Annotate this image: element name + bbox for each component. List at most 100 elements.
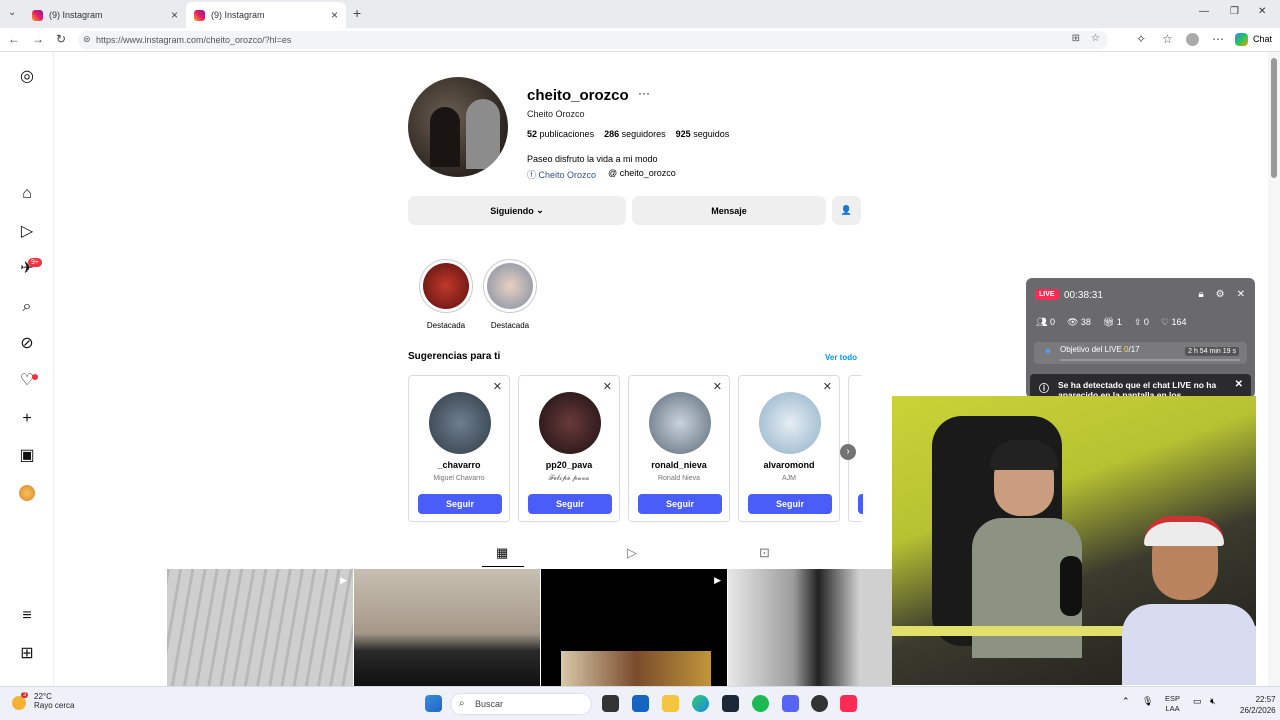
live-studio-panel: LIVE 00:38:31 🔒︎ ⚙ ✕ 👥︎ 0 👁︎ 38 🎁︎ 1 ⇪ 0…: [1026, 278, 1255, 398]
tagged-tab-icon[interactable]: ⊡: [759, 545, 770, 561]
edge-icon[interactable]: [692, 695, 709, 712]
followers-stat[interactable]: 286 seguidores: [604, 129, 666, 139]
following-button[interactable]: Siguiendo ⌄: [408, 196, 626, 225]
menu-icon[interactable]: ≡: [17, 606, 37, 626]
shares-metric: ⇪ 0: [1133, 317, 1149, 327]
forward-icon[interactable]: →: [32, 32, 44, 46]
suggestion-username[interactable]: ronald_nieva: [629, 460, 729, 470]
lock-icon[interactable]: 🔒︎: [1198, 289, 1203, 300]
volume-muted-icon[interactable]: 🔇︎: [1210, 696, 1216, 707]
reels-icon[interactable]: ▷: [17, 222, 37, 242]
instagram-logo-icon[interactable]: ◎: [17, 67, 37, 87]
post-thumbnail[interactable]: [354, 569, 540, 686]
suggestion-avatar[interactable]: [759, 392, 821, 454]
facebook-link[interactable]: ⓕ Cheito Orozco: [527, 168, 596, 181]
more-options-icon[interactable]: ···: [638, 86, 650, 100]
posts-grid-tab-icon[interactable]: ▦: [496, 545, 508, 561]
message-button[interactable]: Mensaje: [632, 196, 826, 225]
dismiss-icon[interactable]: ✕: [493, 380, 502, 393]
settings-icon[interactable]: ⚙: [1216, 289, 1225, 300]
new-tab-icon[interactable]: +: [353, 5, 361, 21]
language-indicator[interactable]: ESP LAA: [1165, 694, 1180, 714]
url-field[interactable]: ⊜ https://www.instagram.com/cheito_orozc…: [78, 31, 1108, 49]
dismiss-icon[interactable]: ✕: [603, 380, 612, 393]
task-view-icon[interactable]: [602, 695, 619, 712]
browser-tab-1[interactable]: (9) Instagram ×: [24, 2, 186, 28]
profile-avatar-icon[interactable]: [19, 485, 35, 501]
minimize-icon[interactable]: —: [1199, 6, 1209, 17]
live-goal-bar[interactable]: ★ Objetivo del LIVE 0/17 2 h 54 min 19 s: [1034, 342, 1247, 364]
back-icon[interactable]: ←: [8, 32, 20, 46]
follow-button[interactable]: Seguir: [748, 494, 832, 514]
spotify-icon[interactable]: [752, 695, 769, 712]
explore-icon[interactable]: ⊘: [17, 334, 37, 354]
tab-list-icon[interactable]: ⌄: [8, 7, 16, 18]
close-window-icon[interactable]: ✕: [1258, 6, 1266, 17]
more-options-icon[interactable]: ⋯: [1212, 32, 1224, 46]
suggestion-avatar[interactable]: [539, 392, 601, 454]
network-icon[interactable]: ▭: [1193, 696, 1202, 707]
extensions-icon[interactable]: ✧: [1136, 32, 1146, 46]
steam-icon[interactable]: [722, 695, 739, 712]
taskbar-search[interactable]: ⌕ Buscar: [450, 693, 592, 715]
following-stat[interactable]: 925 seguidos: [676, 129, 730, 139]
favorite-star-icon[interactable]: ☆: [1091, 33, 1100, 44]
close-tab-icon[interactable]: ×: [331, 8, 338, 22]
highlight-label: Destacada: [426, 321, 466, 330]
create-icon[interactable]: +: [17, 409, 37, 429]
suggestion-avatar[interactable]: [649, 392, 711, 454]
profile-username: cheito_orozco: [527, 87, 629, 104]
highlight-label: Destacada: [490, 321, 530, 330]
suggestion-username[interactable]: _chavarro: [409, 460, 509, 470]
tiktok-live-icon[interactable]: [840, 695, 857, 712]
profile-avatar[interactable]: [408, 77, 508, 177]
start-icon[interactable]: [425, 695, 442, 712]
see-all-link[interactable]: Ver todo: [825, 353, 857, 362]
post-thumbnail[interactable]: ▶: [541, 569, 727, 686]
close-tab-icon[interactable]: ×: [171, 8, 178, 22]
copilot-icon[interactable]: [1235, 33, 1248, 46]
page-scrollbar[interactable]: [1268, 52, 1280, 686]
obs-icon[interactable]: [811, 695, 828, 712]
more-apps-icon[interactable]: ⊞: [17, 644, 37, 664]
post-thumbnail[interactable]: ▶: [167, 569, 353, 686]
threads-link[interactable]: @ cheito_orozco: [608, 168, 676, 181]
suggestion-username[interactable]: alvaromond: [739, 460, 839, 470]
discord-icon[interactable]: [782, 695, 799, 712]
favorites-icon[interactable]: ☆: [1162, 32, 1173, 46]
dismiss-icon[interactable]: ✕: [823, 380, 832, 393]
site-info-icon[interactable]: ⊜: [83, 34, 91, 45]
file-explorer-icon[interactable]: [662, 695, 679, 712]
next-arrow-icon[interactable]: ›: [840, 444, 856, 460]
home-icon[interactable]: ⌂: [17, 184, 37, 204]
browser-tab-2[interactable]: (9) Instagram ×: [186, 2, 346, 28]
dashboard-icon[interactable]: ▣: [17, 446, 37, 466]
suggest-people-button[interactable]: 👤: [832, 196, 861, 225]
weather-icon: [12, 696, 26, 710]
highlight-1[interactable]: [419, 259, 473, 313]
post-thumbnail[interactable]: [728, 569, 892, 686]
close-alert-icon[interactable]: ✕: [1230, 379, 1243, 390]
weather-widget[interactable]: 3 22°C Rayo cerca: [12, 692, 74, 710]
restore-icon[interactable]: ❐: [1230, 6, 1239, 17]
browser-tab-bar: ⌄ (9) Instagram × (9) Instagram × + — ❐ …: [0, 0, 1280, 28]
reels-tab-icon[interactable]: ▷: [627, 545, 637, 561]
follow-button[interactable]: Seguir: [638, 494, 722, 514]
highlight-2[interactable]: [483, 259, 537, 313]
store-icon[interactable]: [632, 695, 649, 712]
search-icon[interactable]: ⌕: [17, 297, 37, 317]
reel-icon: ▶: [714, 575, 721, 585]
close-icon[interactable]: ✕: [1237, 289, 1245, 300]
suggestion-username[interactable]: pp20_pava: [519, 460, 619, 470]
app-available-icon[interactable]: ⊞: [1072, 33, 1080, 44]
refresh-icon[interactable]: ↻: [56, 32, 66, 46]
system-clock[interactable]: 22:57 26/2/2026: [1240, 694, 1276, 716]
follow-button[interactable]: Seguir: [418, 494, 502, 514]
profile-avatar-icon[interactable]: [1186, 33, 1199, 46]
dismiss-icon[interactable]: ✕: [713, 380, 722, 393]
show-hidden-icons-icon[interactable]: ⌃: [1122, 696, 1130, 707]
follow-button[interactable]: Seguir: [528, 494, 612, 514]
suggestion-avatar[interactable]: [429, 392, 491, 454]
chat-button[interactable]: Chat: [1253, 34, 1272, 44]
microphone-icon[interactable]: 🎙︎: [1142, 696, 1153, 707]
